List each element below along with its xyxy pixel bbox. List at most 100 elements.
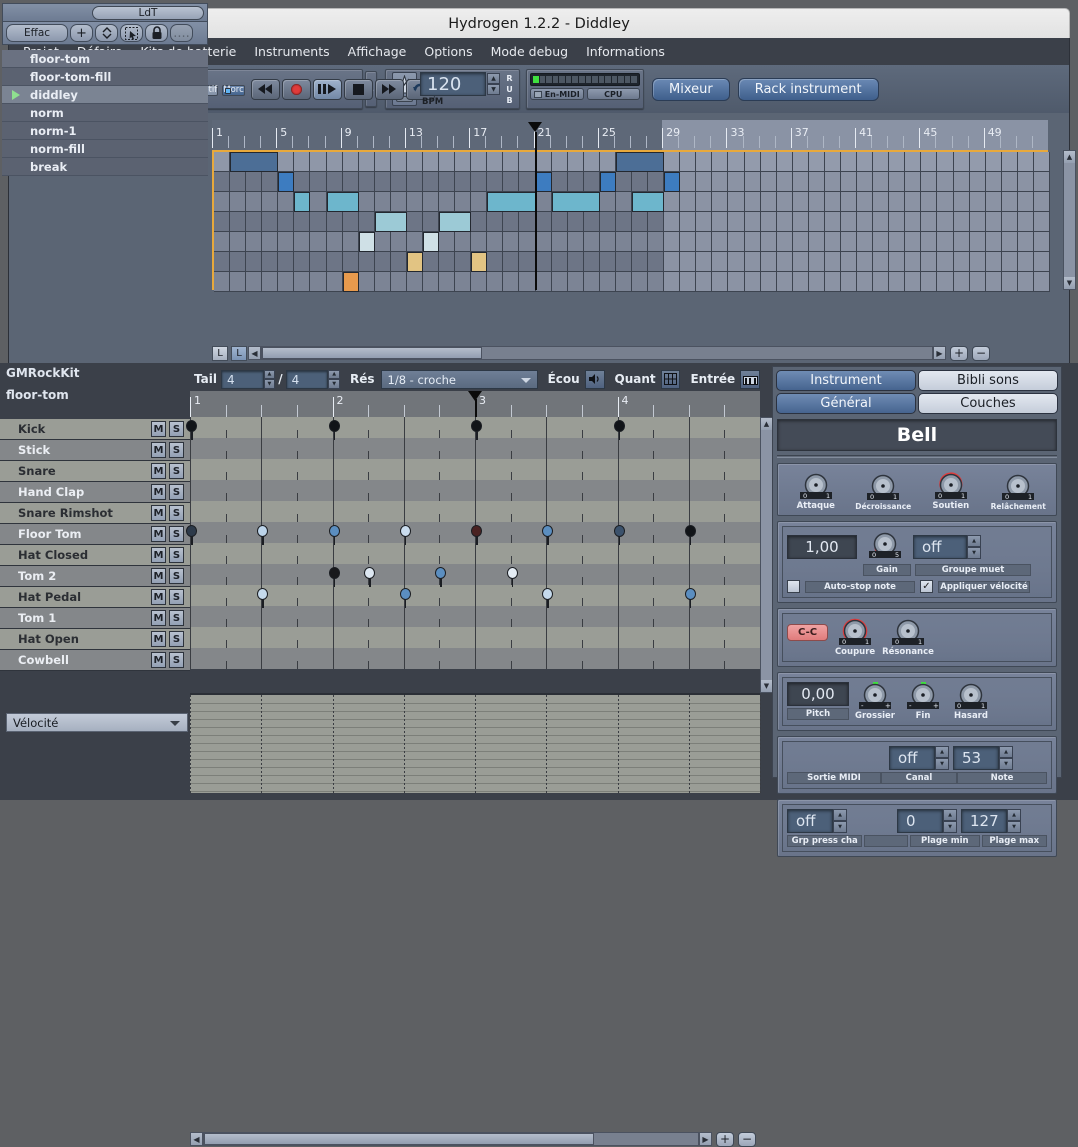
song-grid-cell[interactable] bbox=[873, 192, 890, 212]
song-grid-cell[interactable] bbox=[230, 172, 247, 192]
mute-button[interactable]: M bbox=[151, 484, 166, 500]
song-pattern-block[interactable] bbox=[406, 252, 423, 272]
note-grid[interactable] bbox=[186, 417, 761, 677]
song-grid-cell[interactable] bbox=[792, 152, 809, 172]
song-grid-cell[interactable] bbox=[873, 272, 890, 292]
song-grid-cell[interactable] bbox=[953, 212, 970, 232]
solo-button[interactable]: S bbox=[169, 652, 184, 668]
song-grid-cell[interactable] bbox=[406, 212, 423, 232]
bpm-up-icon[interactable]: ▲ bbox=[487, 72, 500, 84]
song-grid-cell[interactable] bbox=[535, 232, 552, 252]
menu-mode-debug[interactable]: Mode debug bbox=[491, 44, 568, 59]
song-grid-cell[interactable] bbox=[503, 172, 520, 192]
song-grid-cell[interactable] bbox=[921, 252, 938, 272]
hihat-min-spinner[interactable]: ▲ ▼ bbox=[943, 809, 957, 833]
scroll-right-icon[interactable]: ▶ bbox=[933, 346, 946, 360]
song-grid-cell[interactable] bbox=[857, 172, 874, 192]
mute-button[interactable]: M bbox=[151, 421, 166, 437]
song-grid-cell[interactable] bbox=[519, 232, 536, 252]
song-grid-cell[interactable] bbox=[969, 272, 986, 292]
pattern-row-5[interactable]: norm-fill bbox=[2, 140, 208, 158]
song-grid-cell[interactable] bbox=[792, 272, 809, 292]
pattern-l-button-1[interactable]: L bbox=[212, 346, 228, 361]
song-zoom-out-button[interactable]: − bbox=[972, 345, 990, 361]
note[interactable] bbox=[506, 567, 518, 587]
song-grid-cell[interactable] bbox=[792, 232, 809, 252]
song-grid-cell[interactable] bbox=[1001, 212, 1018, 232]
song-grid-cell[interactable] bbox=[519, 212, 536, 232]
song-grid-cell[interactable] bbox=[873, 172, 890, 192]
song-grid-cell[interactable] bbox=[599, 252, 616, 272]
song-grid-cell[interactable] bbox=[985, 172, 1002, 192]
mute-button[interactable]: M bbox=[151, 463, 166, 479]
song-grid-cell[interactable] bbox=[824, 232, 841, 252]
song-grid-cell[interactable] bbox=[583, 212, 600, 232]
song-grid-cell[interactable] bbox=[680, 192, 697, 212]
pattern-row-4[interactable]: norm-1 bbox=[2, 122, 208, 140]
song-grid-cell[interactable] bbox=[551, 212, 568, 232]
song-grid-cell[interactable] bbox=[889, 252, 906, 272]
song-grid-cell[interactable] bbox=[615, 232, 632, 252]
song-grid-cell[interactable] bbox=[1017, 272, 1034, 292]
hihat-max-spinner[interactable]: ▲ ▼ bbox=[1007, 809, 1021, 833]
song-grid-cell[interactable] bbox=[455, 252, 472, 272]
menu-affichage[interactable]: Affichage bbox=[348, 44, 407, 59]
song-grid-cell[interactable] bbox=[374, 232, 391, 252]
mute-button[interactable]: M bbox=[151, 610, 166, 626]
song-grid-cell[interactable] bbox=[744, 232, 761, 252]
mode-song-button[interactable]: Morc bbox=[222, 84, 245, 96]
song-grid-cell[interactable] bbox=[760, 152, 777, 172]
cutoff-knob-icon[interactable]: 0 1 bbox=[832, 618, 878, 646]
pattern-row-1[interactable]: floor-tom-fill bbox=[2, 68, 208, 86]
song-grid-cell[interactable] bbox=[390, 232, 407, 252]
song-grid-cell[interactable] bbox=[857, 152, 874, 172]
song-pattern-block[interactable] bbox=[278, 172, 295, 192]
clear-patterns-button[interactable]: Effac bbox=[6, 24, 68, 42]
song-grid-cell[interactable] bbox=[921, 212, 938, 232]
song-grid-cell[interactable] bbox=[680, 172, 697, 192]
song-grid-cell[interactable] bbox=[326, 252, 343, 272]
song-grid-cell[interactable] bbox=[278, 152, 295, 172]
song-grid-cell[interactable] bbox=[760, 252, 777, 272]
song-grid-cell[interactable] bbox=[214, 152, 231, 172]
song-grid-cell[interactable] bbox=[1033, 172, 1050, 192]
song-grid-cell[interactable] bbox=[712, 192, 729, 212]
song-grid-cell[interactable] bbox=[696, 212, 713, 232]
resonance-knob-icon[interactable]: 0 1 bbox=[885, 618, 931, 646]
song-grid-cell[interactable] bbox=[857, 212, 874, 232]
song-grid-cell[interactable] bbox=[808, 152, 825, 172]
song-grid-cell[interactable] bbox=[487, 272, 504, 292]
pattern-l-button-2[interactable]: L bbox=[231, 346, 247, 361]
song-grid-cell[interactable] bbox=[969, 232, 986, 252]
scroll-right-icon[interactable]: ▶ bbox=[699, 1132, 712, 1146]
song-grid-cell[interactable] bbox=[503, 212, 520, 232]
song-grid-cell[interactable] bbox=[905, 192, 922, 212]
song-grid-cell[interactable] bbox=[760, 192, 777, 212]
note[interactable] bbox=[186, 525, 197, 545]
song-grid-cell[interactable] bbox=[857, 252, 874, 272]
song-grid-cell[interactable] bbox=[664, 192, 681, 212]
song-grid-cell[interactable] bbox=[406, 172, 423, 192]
song-grid-cell[interactable] bbox=[278, 192, 295, 212]
song-grid-cell[interactable] bbox=[776, 252, 793, 272]
song-grid-cell[interactable] bbox=[358, 172, 375, 192]
song-grid-cell[interactable] bbox=[583, 272, 600, 292]
song-grid-cell[interactable] bbox=[214, 232, 231, 252]
knob-sustain[interactable]: 0 1 Soutien bbox=[918, 472, 984, 511]
song-grid-cell[interactable] bbox=[696, 272, 713, 292]
song-grid-cell[interactable] bbox=[792, 252, 809, 272]
song-grid-cell[interactable] bbox=[246, 252, 263, 272]
song-grid-cell[interactable] bbox=[728, 212, 745, 232]
song-grid-cell[interactable] bbox=[857, 272, 874, 292]
song-grid-cell[interactable] bbox=[503, 272, 520, 292]
pitch-value[interactable]: 0,00 bbox=[787, 682, 849, 706]
solo-button[interactable]: S bbox=[169, 505, 184, 521]
song-grid-cell[interactable] bbox=[696, 252, 713, 272]
song-grid-cell[interactable] bbox=[487, 172, 504, 192]
note[interactable] bbox=[399, 588, 411, 608]
pattern-row-0[interactable]: floor-tom bbox=[2, 50, 208, 68]
song-grid-cell[interactable] bbox=[712, 212, 729, 232]
song-grid-cell[interactable] bbox=[985, 152, 1002, 172]
song-grid-cell[interactable] bbox=[471, 212, 488, 232]
song-grid-cell[interactable] bbox=[985, 252, 1002, 272]
